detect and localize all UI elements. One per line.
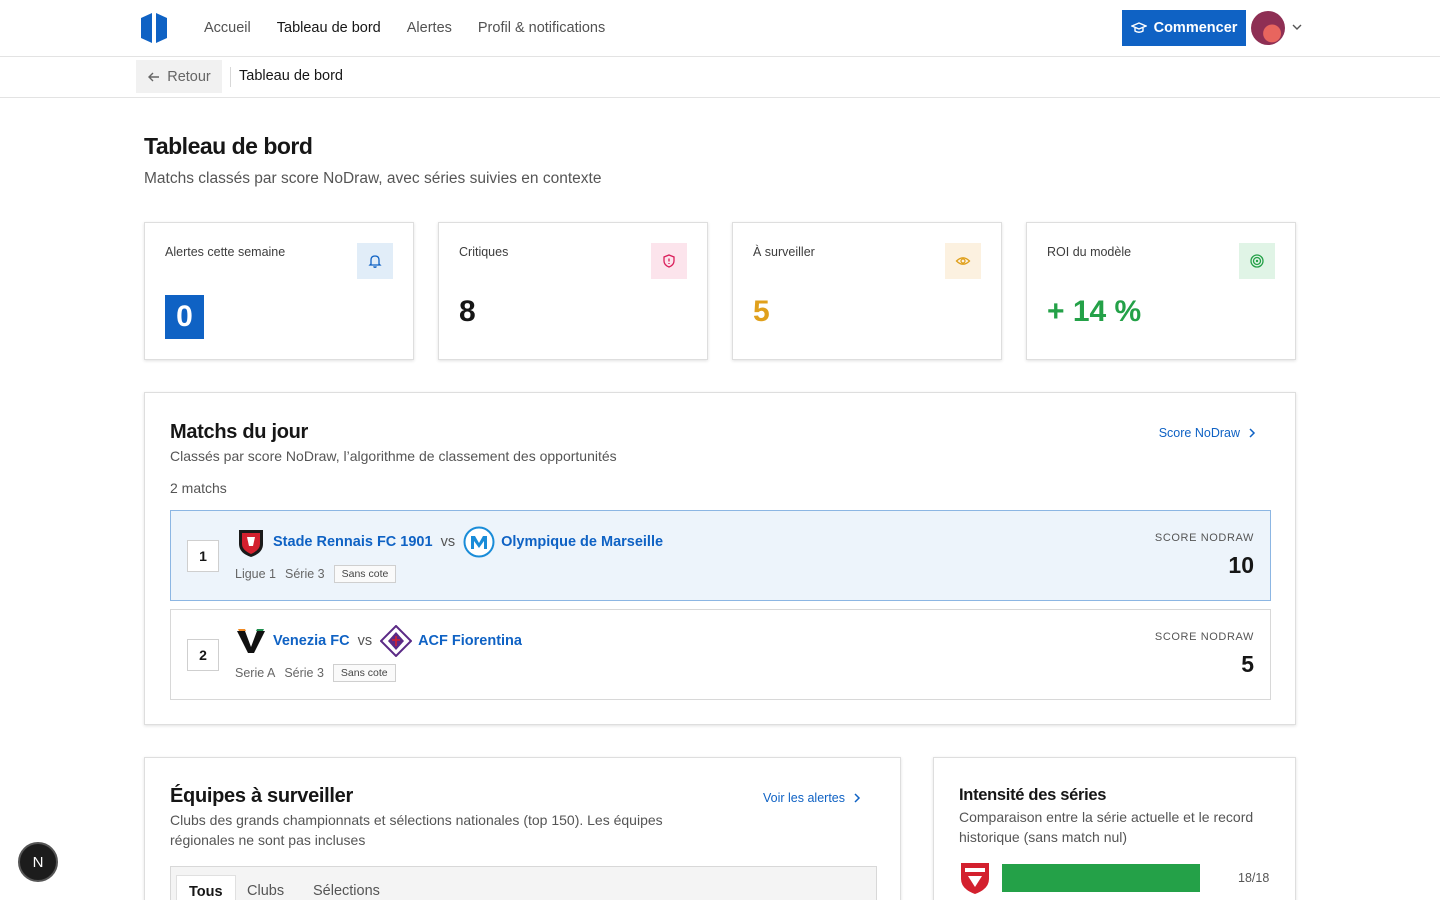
nav-link-accueil[interactable]: Accueil	[204, 20, 251, 36]
away-team-link[interactable]: ACF Fiorentina	[418, 633, 522, 649]
nav-link-profil[interactable]: Profil & notifications	[478, 20, 605, 36]
tab-clubs[interactable]: Clubs	[247, 875, 284, 900]
arrow-left-icon	[148, 72, 160, 81]
odds-tag: Sans cote	[333, 565, 397, 583]
watch-subtitle: Clubs des grands championnats et sélecti…	[170, 812, 663, 848]
back-button[interactable]: Retour	[136, 60, 222, 93]
match-row[interactable]: 2 Venezia FC vs ACF Fiorentina Serie A S…	[170, 609, 1271, 700]
match-rank: 1	[187, 540, 219, 572]
marseille-crest-icon	[463, 526, 495, 558]
versus-label: vs	[440, 534, 456, 550]
league-label: Serie A	[235, 666, 276, 680]
away-team-link[interactable]: Olympique de Marseille	[501, 534, 663, 550]
voir-alertes-link[interactable]: Voir les alertes	[763, 791, 863, 805]
stat-label: Critiques	[459, 245, 509, 259]
score-label: SCORE NODRAW	[1154, 532, 1254, 544]
rennes-crest-icon	[239, 530, 263, 557]
score-label: SCORE NODRAW	[1154, 631, 1254, 643]
commencer-button[interactable]: Commencer	[1122, 10, 1246, 46]
stat-card-roi: ROI du modèle + 14 %	[1026, 222, 1296, 360]
matches-title: Matchs du jour	[170, 421, 309, 443]
stat-card-critiques: Critiques 8	[438, 222, 708, 360]
watch-title: Équipes à surveiller	[170, 785, 353, 807]
home-team-link[interactable]: Stade Rennais FC 1901	[273, 534, 433, 550]
score-nodraw-label: Score NoDraw	[1158, 426, 1240, 440]
stat-label: ROI du modèle	[1047, 245, 1132, 259]
graduation-cap-icon	[1130, 22, 1147, 33]
breadcrumb-current: Tableau de bord	[239, 68, 343, 84]
intensity-subtitle: Comparaison entre la série actuelle et l…	[959, 809, 1254, 845]
tab-tous[interactable]: Tous	[176, 875, 236, 900]
match-teams: Venezia FC vs ACF Fiorentina	[235, 625, 522, 657]
score-nodraw-link[interactable]: Score NoDraw	[1159, 426, 1258, 440]
match-rank: 2	[187, 639, 219, 671]
page-title: Tableau de bord	[144, 133, 313, 159]
tab-selections[interactable]: Sélections	[313, 875, 380, 900]
team-filter-tabs: Tous Clubs Sélections	[170, 866, 877, 900]
floating-avatar-button[interactable]: N	[18, 842, 58, 882]
nav-link-alertes[interactable]: Alertes	[407, 20, 452, 36]
stat-card-surveiller: À surveiller 5	[732, 222, 1002, 360]
odds-tag: Sans cote	[332, 664, 396, 682]
logo-icon[interactable]	[139, 13, 169, 43]
avatar[interactable]	[1251, 11, 1285, 45]
series-label: Série 3	[285, 567, 325, 581]
stat-label: Alertes cette semaine	[165, 245, 286, 259]
chevron-right-icon	[854, 793, 861, 803]
voir-alertes-label: Voir les alertes	[763, 791, 845, 805]
nav-links: Accueil Tableau de bord Alertes Profil &…	[204, 0, 605, 56]
match-row[interactable]: 1 Stade Rennais FC 1901 vs Olympique de …	[170, 510, 1271, 601]
stat-value: + 14 %	[1047, 295, 1142, 328]
match-teams: Stade Rennais FC 1901 vs Olympique de Ma…	[235, 526, 663, 558]
score-value: 5	[1241, 651, 1254, 677]
series-intensity-label: 18/18	[1238, 871, 1270, 885]
shield-alert-icon	[651, 243, 687, 279]
score-value: 10	[1228, 552, 1254, 578]
watch-panel: Équipes à surveiller Clubs des grands ch…	[144, 757, 901, 900]
dijon-crest-icon	[961, 863, 989, 894]
nav-link-tableau-de-bord[interactable]: Tableau de bord	[277, 20, 381, 36]
home-team-link[interactable]: Venezia FC	[273, 633, 350, 649]
top-navigation: Accueil Tableau de bord Alertes Profil &…	[0, 0, 1440, 57]
league-label: Ligue 1	[235, 567, 277, 581]
page-subtitle: Matchs classés par score NoDraw, avec sé…	[144, 170, 602, 187]
stat-card-alertes: Alertes cette semaine 0	[144, 222, 414, 360]
breadcrumb: Retour Tableau de bord	[0, 57, 1440, 98]
series-label: Série 3	[284, 666, 324, 680]
target-icon	[1239, 243, 1275, 279]
eye-icon	[945, 243, 981, 279]
versus-label: vs	[357, 633, 373, 649]
back-label: Retour	[167, 68, 211, 85]
matches-panel: Matchs du jour Classés par score NoDraw,…	[144, 392, 1296, 725]
matches-count: 2 matchs	[170, 480, 227, 496]
bell-icon	[357, 243, 393, 279]
series-intensity-bar	[1002, 864, 1200, 892]
venezia-crest-icon	[237, 629, 265, 653]
breadcrumb-divider	[230, 67, 231, 87]
chevron-right-icon	[1249, 428, 1256, 438]
stat-label: À surveiller	[753, 245, 815, 259]
chevron-down-icon[interactable]	[1291, 21, 1303, 33]
stat-value: 5	[753, 295, 770, 328]
stat-value: 0	[165, 295, 204, 339]
fiorentina-crest-icon	[380, 625, 413, 657]
matches-subtitle: Classés par score NoDraw, l’algorithme d…	[170, 448, 617, 464]
intensity-panel: Intensité des séries Comparaison entre l…	[933, 757, 1296, 900]
stat-value: 8	[459, 295, 476, 328]
intensity-title: Intensité des séries	[959, 786, 1107, 804]
match-meta: Ligue 1 Série 3 Sans cote	[235, 565, 397, 583]
match-meta: Serie A Série 3 Sans cote	[235, 664, 396, 682]
commencer-label: Commencer	[1153, 20, 1238, 36]
